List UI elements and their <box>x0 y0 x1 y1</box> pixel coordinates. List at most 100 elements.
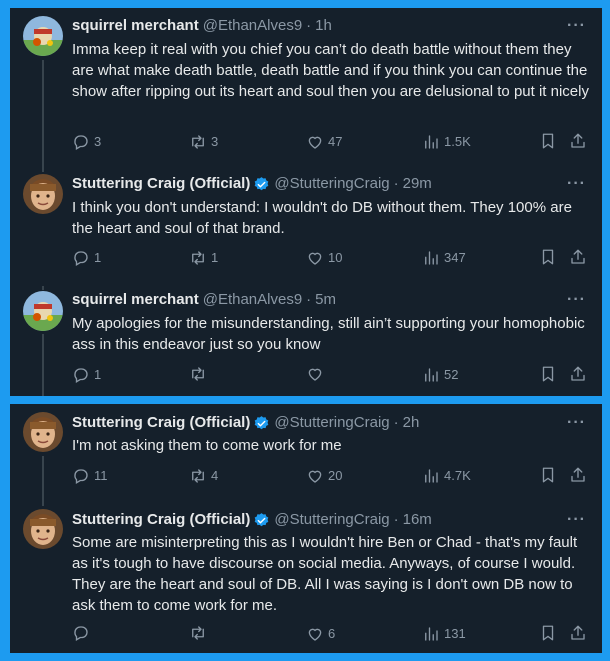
like-count: 6 <box>328 626 336 641</box>
avatar[interactable] <box>23 412 63 452</box>
retweet-button[interactable]: 1 <box>189 248 218 268</box>
more-options-icon[interactable]: ··· <box>567 510 586 530</box>
timestamp[interactable]: 16m <box>403 510 432 530</box>
tweet-header: Stuttering Craig (Official) @StutteringC… <box>72 510 590 530</box>
reply-count: 11 <box>94 468 108 483</box>
display-name[interactable]: Stuttering Craig (Official) <box>72 174 250 194</box>
share-button[interactable] <box>569 466 587 484</box>
squirrel-avatar-icon <box>23 291 63 331</box>
tweet[interactable]: squirrel merchant @EthanAlves9 · 5m ··· … <box>10 286 602 396</box>
thread-line <box>42 456 44 506</box>
avatar[interactable] <box>23 16 63 56</box>
timestamp[interactable]: 2h <box>403 413 420 433</box>
views-button[interactable]: 347 <box>422 248 466 268</box>
display-name[interactable]: squirrel merchant <box>72 16 199 36</box>
retweet-button[interactable]: 4 <box>189 466 218 486</box>
tweet-actions: 3 3 47 1.5K <box>72 132 596 152</box>
avatar[interactable] <box>23 174 63 214</box>
share-icon <box>571 467 585 482</box>
tweet[interactable]: Stuttering Craig (Official) @StutteringC… <box>10 404 602 506</box>
display-name[interactable]: Stuttering Craig (Official) <box>72 510 250 530</box>
bookmark-button[interactable] <box>539 466 557 484</box>
bookmark-button[interactable] <box>539 132 557 150</box>
like-button[interactable]: 47 <box>306 132 342 152</box>
like-button[interactable]: 10 <box>306 248 342 268</box>
reply-icon <box>74 626 88 641</box>
tweet[interactable]: Stuttering Craig (Official) @StutteringC… <box>10 168 602 286</box>
like-count: 10 <box>328 250 343 265</box>
avatar[interactable] <box>23 509 63 549</box>
user-handle[interactable]: @StutteringCraig <box>274 174 389 194</box>
views-button[interactable]: 4.7K <box>422 466 471 486</box>
retweet-icon <box>192 626 204 640</box>
heart-icon <box>308 628 322 641</box>
bookmark-icon <box>542 467 554 483</box>
heart-icon <box>308 136 322 149</box>
retweet-count: 1 <box>211 250 219 265</box>
share-button[interactable] <box>569 365 587 383</box>
bookmark-button[interactable] <box>539 248 557 266</box>
more-options-icon[interactable]: ··· <box>567 290 586 310</box>
tweet-actions: 6 131 <box>72 624 596 644</box>
share-button[interactable] <box>569 248 587 266</box>
views-button[interactable]: 131 <box>422 624 466 644</box>
views-icon <box>425 627 438 641</box>
user-handle[interactable]: @EthanAlves9 <box>203 16 302 36</box>
like-button[interactable]: 6 <box>306 624 335 644</box>
user-handle[interactable]: @StutteringCraig <box>274 413 389 433</box>
verified-badge-icon <box>253 512 270 529</box>
like-button[interactable] <box>306 365 328 383</box>
retweet-button[interactable] <box>189 624 211 642</box>
bookmark-icon <box>542 366 554 382</box>
separator-dot: · <box>393 511 399 528</box>
tweet-header: squirrel merchant @EthanAlves9 · 5m ··· <box>72 290 590 310</box>
separator-dot: · <box>306 291 312 308</box>
more-options-icon[interactable]: ··· <box>567 413 586 433</box>
like-count: 47 <box>328 134 343 149</box>
more-options-icon[interactable]: ··· <box>567 174 586 194</box>
tweet-text: My apologies for the misunderstanding, s… <box>72 315 585 353</box>
reply-button[interactable]: 1 <box>72 248 101 268</box>
views-button[interactable]: 52 <box>422 365 458 385</box>
retweet-button[interactable] <box>189 365 211 383</box>
views-icon <box>425 469 438 483</box>
reply-button[interactable]: 1 <box>72 365 101 385</box>
share-button[interactable] <box>569 132 587 150</box>
user-handle[interactable]: @EthanAlves9 <box>203 290 302 310</box>
retweet-icon <box>192 135 204 149</box>
more-options-icon[interactable]: ··· <box>567 16 586 36</box>
timestamp[interactable]: 1h <box>315 16 332 36</box>
share-button[interactable] <box>569 624 587 642</box>
retweet-icon <box>192 251 204 265</box>
tweet-actions: 1 1 10 347 <box>72 248 596 268</box>
tweet[interactable]: Stuttering Craig (Official) @StutteringC… <box>10 504 602 653</box>
retweet-button[interactable]: 3 <box>189 132 218 152</box>
views-button[interactable]: 1.5K <box>422 132 471 152</box>
tweet[interactable]: squirrel merchant @EthanAlves9 · 1h ··· … <box>10 8 602 172</box>
user-handle[interactable]: @StutteringCraig <box>274 510 389 530</box>
timestamp[interactable]: 29m <box>403 174 432 194</box>
tweet-header: squirrel merchant @EthanAlves9 · 1h ··· <box>72 16 590 36</box>
tweet-actions: 1 52 <box>72 365 596 385</box>
avatar[interactable] <box>23 291 63 331</box>
timestamp[interactable]: 5m <box>315 290 336 310</box>
like-button[interactable]: 20 <box>306 466 342 486</box>
craig-avatar-icon <box>23 509 63 549</box>
tweet-header: Stuttering Craig (Official) @StutteringC… <box>72 413 590 433</box>
reply-button[interactable]: 11 <box>72 466 108 486</box>
display-name[interactable]: squirrel merchant <box>72 290 199 310</box>
bookmark-button[interactable] <box>539 365 557 383</box>
reply-icon <box>74 251 88 266</box>
tweet-text: I think you don't understand: I wouldn't… <box>72 199 572 237</box>
reply-button[interactable] <box>72 624 94 642</box>
tweet-text: I'm not asking them to come work for me <box>72 437 342 454</box>
reply-icon <box>74 368 88 383</box>
display-name[interactable]: Stuttering Craig (Official) <box>72 413 250 433</box>
tweet-thread-panel-1: squirrel merchant @EthanAlves9 · 1h ··· … <box>10 8 602 396</box>
bookmark-button[interactable] <box>539 624 557 642</box>
bookmark-icon <box>542 625 554 641</box>
thread-line <box>42 286 44 290</box>
reply-button[interactable]: 3 <box>72 132 101 152</box>
tweet-thread-panel-2: Stuttering Craig (Official) @StutteringC… <box>10 404 602 653</box>
share-icon <box>571 625 585 640</box>
